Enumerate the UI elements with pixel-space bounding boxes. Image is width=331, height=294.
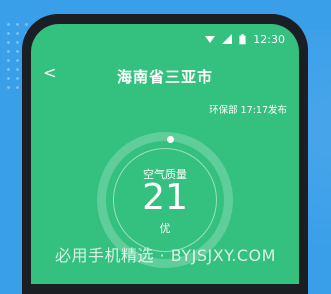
aqi-gauge-indicator [167, 136, 174, 143]
status-time: 12:30 [253, 32, 285, 46]
status-bar: 12:30 [205, 32, 285, 46]
wifi-icon [205, 36, 216, 43]
aqi-value: 21 [142, 177, 188, 218]
watermark: 必用手机精选 · BYJSJXY.COM [55, 246, 276, 265]
aqi-level: 优 [159, 222, 171, 235]
signal-icon [222, 34, 233, 44]
publish-info: 环保部 17:17发布 [209, 105, 287, 116]
page-title: 海南省三亚市 [116, 68, 213, 86]
battery-icon [239, 33, 246, 44]
